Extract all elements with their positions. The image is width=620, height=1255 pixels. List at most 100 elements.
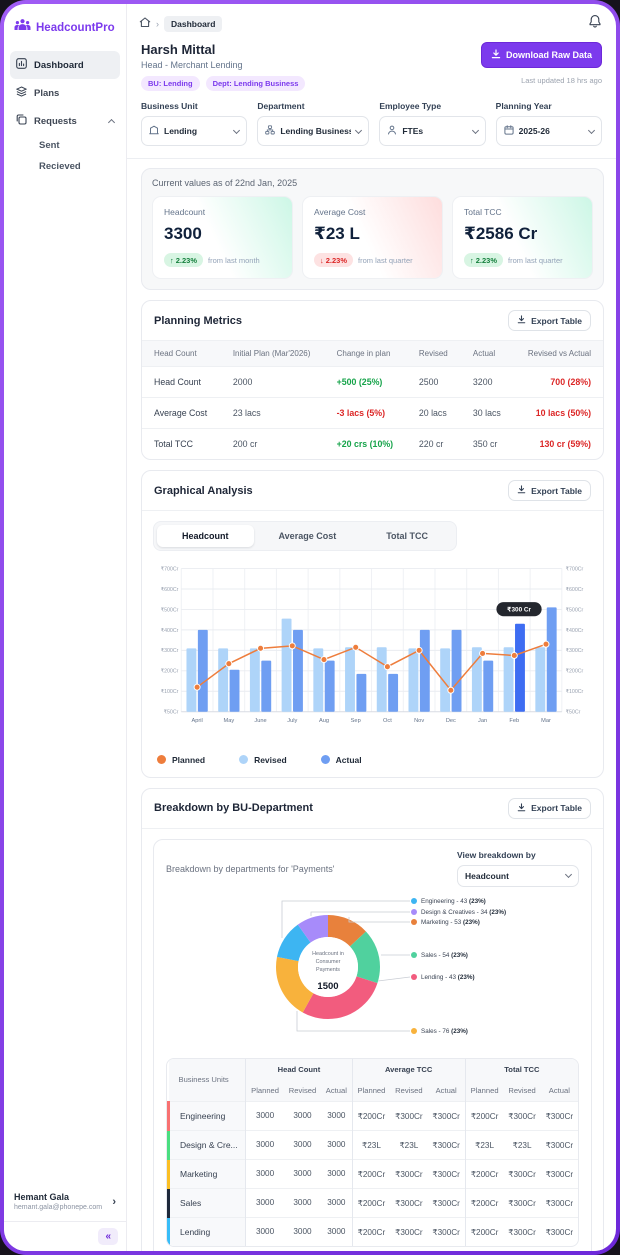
filter-label: Business Unit [141, 101, 198, 111]
table-cell: ₹300Cr [540, 1216, 578, 1246]
svg-text:Jan: Jan [478, 718, 487, 724]
table-cell: 3000 [245, 1158, 284, 1189]
people-logo-icon [14, 18, 31, 37]
bell-icon[interactable] [588, 14, 602, 34]
svg-text:₹400Cr: ₹400Cr [161, 628, 179, 634]
home-icon[interactable] [139, 15, 151, 33]
svg-text:Sales - 76 (23%): Sales - 76 (23%) [421, 1028, 468, 1035]
table-cell: 3000 [245, 1100, 284, 1131]
table-cell: 130 cr (59%) [513, 428, 603, 459]
department-select[interactable]: Lending Business [257, 116, 370, 146]
table-cell: ₹200Cr [464, 1158, 504, 1189]
export-table-button[interactable]: Export Table [508, 310, 591, 331]
metric-value: ₹23 L [314, 224, 360, 243]
view-breakdown-by-label: View breakdown by [457, 849, 536, 860]
export-table-button[interactable]: Export Table [508, 797, 591, 819]
legend-item: Actual [320, 755, 362, 765]
business-unit-cell: Engineering [167, 1100, 246, 1131]
business-unit-cell: Marketing [167, 1158, 246, 1189]
sidebar-user-card[interactable]: Hemant Gala hemant.gala@phonepe.com › [4, 1182, 126, 1221]
chevron-up-icon [107, 118, 116, 126]
tab-total-tcc[interactable]: Total TCC [361, 525, 453, 547]
employee-type-select[interactable]: FTEs [379, 116, 486, 146]
person-icon [387, 122, 397, 140]
column-group-header: Total TCC [464, 1058, 578, 1080]
svg-text:Engineering - 43 (23%): Engineering - 43 (23%) [421, 898, 486, 905]
department-donut-chart[interactable]: Headcount in Consumer Payments 1500 Engineer… [166, 891, 579, 1048]
sidebar-item-dashboard[interactable]: Dashboard [10, 51, 120, 79]
headcount-combo-chart[interactable]: ₹700Cr ₹700Cr ₹600Cr ₹600Cr ₹500Cr ₹500Cr ₹400… [153, 561, 592, 747]
chevron-down-icon [587, 126, 596, 134]
svg-text:₹500Cr: ₹500Cr [566, 607, 584, 613]
planning-metrics-section: Planning Metrics Export Table Head Count… [141, 300, 604, 460]
sidebar: HeadcountPro Dashboard Plans Requests Se… [4, 4, 127, 1251]
table-cell: 2500 [406, 366, 461, 398]
table-cell: 3000 [245, 1187, 284, 1218]
planning-metrics-table: Head Count Initial Plan (Mar'2026) Change … [142, 341, 603, 459]
table-cell: ₹300Cr [503, 1158, 541, 1189]
svg-text:₹100Cr: ₹100Cr [161, 689, 179, 695]
table-cell: 3000 [245, 1129, 284, 1160]
download-raw-data-button[interactable]: Download Raw Data [480, 42, 602, 68]
table-row: Lending 3000 3000 3000 ₹200Cr ₹300Cr ₹300Cr ₹20… [167, 1216, 578, 1246]
svg-text:Sales - 54 (23%): Sales - 54 (23%) [421, 952, 468, 959]
sidebar-item-sent[interactable]: Sent [10, 135, 120, 156]
table-cell: ₹200Cr [464, 1100, 504, 1131]
view-breakdown-by-select[interactable]: Headcount [457, 864, 579, 887]
breakdown-subtitle: Breakdown by departments for 'Payments' [166, 863, 335, 874]
sidebar-item-label: Dashboard [34, 59, 84, 71]
sidebar-item-requests[interactable]: Requests [10, 107, 120, 135]
svg-text:₹600Cr: ₹600Cr [566, 587, 584, 593]
tab-average-cost[interactable]: Average Cost [254, 525, 362, 547]
breakdown-section: Breakdown by BU-Department Export Table … [141, 787, 604, 1251]
table-row: Sales 3000 3000 3000 ₹200Cr ₹300Cr ₹300Cr ₹200C… [167, 1187, 578, 1218]
table-cell: 3000 [321, 1129, 353, 1160]
main-area: › Dashboard Harsh Mittal Head - Merchant… [127, 4, 616, 1251]
table-row: Engineering 3000 3000 3000 ₹200Cr ₹300Cr ₹300C… [167, 1100, 578, 1131]
sidebar-item-recieved[interactable]: Recieved [10, 156, 120, 177]
business-unit-cell: Lending [167, 1216, 246, 1246]
requests-icon [16, 114, 27, 128]
table-cell: 3000 [321, 1100, 353, 1131]
table-cell: ₹23L [390, 1129, 428, 1160]
svg-text:Design & Creatives - 34 (23%): Design & Creatives - 34 (23%) [421, 909, 506, 916]
table-cell: +500 (25%) [324, 366, 407, 398]
download-icon [491, 49, 501, 61]
svg-text:₹200Cr: ₹200Cr [161, 669, 179, 675]
calendar-icon [504, 122, 514, 140]
sidebar-user-email: hemant.gala@phonepe.com [14, 1204, 103, 1211]
column-header: Head Count [142, 341, 221, 367]
tab-headcount[interactable]: Headcount [157, 525, 254, 547]
svg-text:July: July [287, 718, 297, 724]
breadcrumb-current[interactable]: Dashboard [164, 16, 223, 32]
svg-text:₹500Cr: ₹500Cr [161, 607, 179, 613]
sidebar-collapse-button[interactable]: « [98, 1228, 118, 1245]
current-values-title: Current values as of 22nd Jan, 2025 [152, 178, 298, 188]
employee-role: Head - Merchant Lending [141, 60, 243, 70]
table-cell: ₹23L [503, 1129, 541, 1160]
filters-row: Business Unit Lending Department Lending… [127, 91, 616, 146]
delta-badge: ↑ 2.23% [464, 253, 504, 267]
export-table-button[interactable]: Export Table [508, 480, 591, 501]
svg-text:₹50Cr: ₹50Cr [566, 710, 581, 716]
planning-year-select[interactable]: 2025-26 [495, 116, 602, 146]
table-cell: 3000 [321, 1216, 353, 1246]
business-unit-select[interactable]: Lending [141, 116, 248, 146]
sidebar-item-plans[interactable]: Plans [10, 79, 120, 107]
svg-text:Nov: Nov [414, 718, 424, 724]
last-updated-text: Last updated 18 hrs ago [521, 76, 602, 85]
breakdown-title: Breakdown by BU-Department [154, 802, 313, 815]
table-cell: 3000 [321, 1158, 353, 1189]
svg-text:Feb: Feb [509, 718, 519, 724]
table-cell: 20 lacs [406, 397, 461, 429]
table-cell: 200 cr [220, 428, 325, 459]
table-cell: ₹23L [464, 1129, 504, 1160]
metric-period: from last quarter [508, 255, 563, 265]
table-cell: ₹300Cr [503, 1216, 541, 1246]
table-cell: 3200 [460, 366, 514, 398]
svg-text:₹300Cr: ₹300Cr [566, 648, 584, 654]
download-icon [517, 485, 526, 496]
table-cell: ₹300Cr [390, 1187, 428, 1218]
svg-text:Sep: Sep [351, 718, 361, 724]
legend-item: Revised [239, 755, 287, 765]
